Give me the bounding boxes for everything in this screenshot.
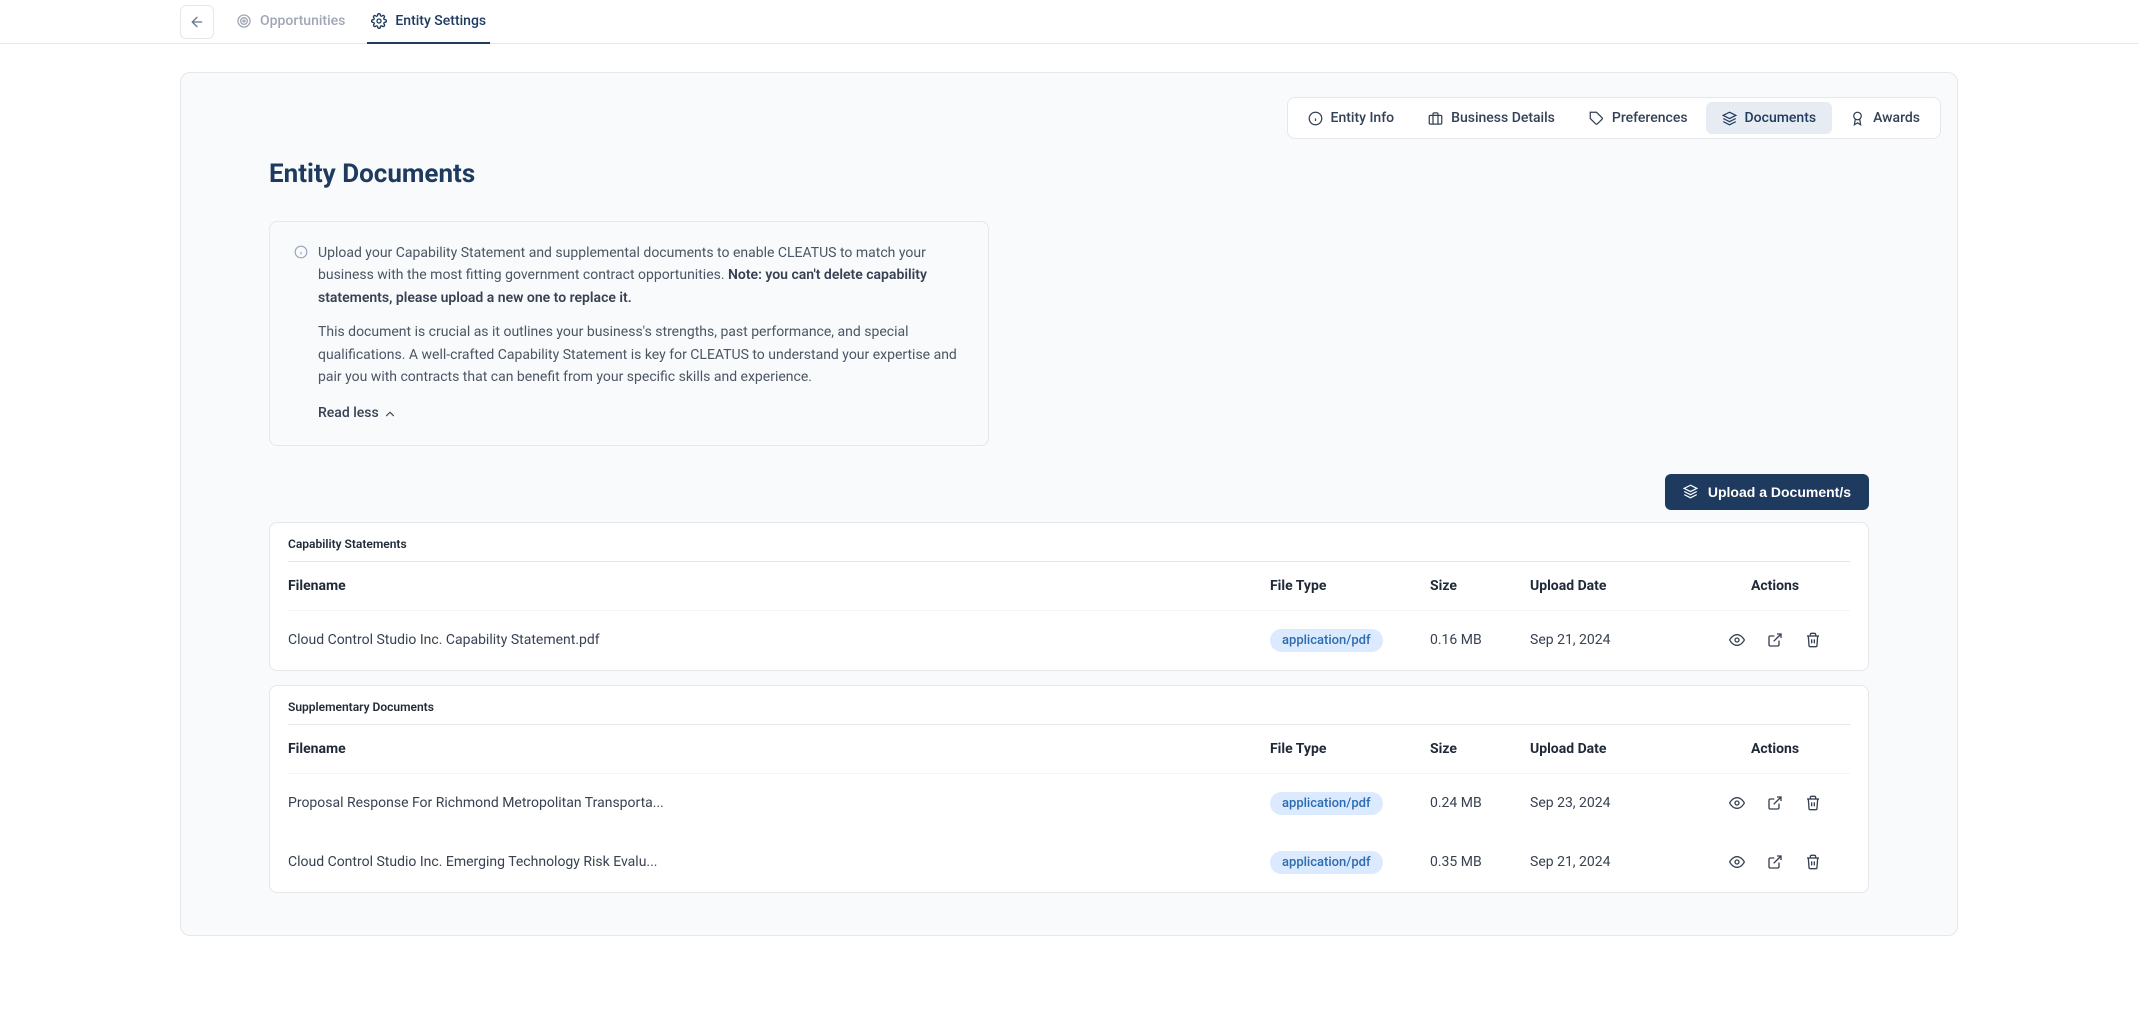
view-icon[interactable] [1729,795,1745,811]
col-header-size: Size [1430,578,1530,594]
sub-nav: Entity Info Business Details Preferences [181,97,1957,139]
col-header-filename: Filename [288,578,1270,594]
cell-filename: Proposal Response For Richmond Metropoli… [288,795,1270,811]
view-icon[interactable] [1729,854,1745,870]
tag-icon [1589,111,1604,126]
info-paragraph-2: This document is crucial as it outlines … [318,321,964,388]
col-header-filetype: File Type [1270,578,1430,594]
subnav-awards[interactable]: Awards [1834,102,1936,134]
col-header-actions: Actions [1700,578,1850,594]
info-box: Upload your Capability Statement and sup… [269,221,989,446]
info-icon [1308,111,1323,126]
subnav-awards-label: Awards [1873,110,1920,126]
cell-size: 0.24 MB [1430,795,1530,811]
tab-opportunities-label: Opportunities [260,13,345,29]
gear-icon [371,13,387,29]
external-link-icon[interactable] [1767,795,1783,811]
subnav-business-details[interactable]: Business Details [1412,102,1571,134]
tab-entity-settings-label: Entity Settings [395,13,486,29]
tab-entity-settings[interactable]: Entity Settings [367,0,490,44]
subnav-documents[interactable]: Documents [1706,102,1833,134]
cell-date: Sep 21, 2024 [1530,632,1700,648]
file-type-badge: application/pdf [1270,792,1383,815]
sub-nav-group: Entity Info Business Details Preferences [1287,97,1941,139]
cell-filename: Cloud Control Studio Inc. Capability Sta… [288,632,1270,648]
read-less-toggle[interactable]: Read less [318,402,964,424]
trash-icon[interactable] [1805,632,1821,648]
main-container: Entity Info Business Details Preferences [0,44,2138,964]
file-type-badge: application/pdf [1270,629,1383,652]
col-header-actions: Actions [1700,741,1850,757]
subnav-preferences-label: Preferences [1612,110,1688,126]
file-type-badge: application/pdf [1270,851,1383,874]
layers-icon [1683,484,1698,499]
cell-date: Sep 23, 2024 [1530,795,1700,811]
table-header-row: Filename File Type Size Upload Date Acti… [288,724,1850,774]
top-nav: Opportunities Entity Settings [0,0,2138,44]
cell-size: 0.35 MB [1430,854,1530,870]
layers-icon [1722,111,1737,126]
subnav-business-details-label: Business Details [1451,110,1555,126]
subnav-preferences[interactable]: Preferences [1573,102,1704,134]
content-card: Entity Info Business Details Preferences [180,72,1958,936]
read-less-label: Read less [318,402,379,424]
arrow-left-icon [189,14,205,30]
info-circle-icon [294,245,308,425]
col-header-filetype: File Type [1270,741,1430,757]
back-button[interactable] [180,5,214,39]
upload-button-label: Upload a Document/s [1708,484,1851,500]
medal-icon [1850,111,1865,126]
col-header-size: Size [1430,741,1530,757]
subnav-documents-label: Documents [1745,110,1817,126]
capability-table-title: Capability Statements [270,523,1868,561]
supplementary-table-title: Supplementary Documents [270,686,1868,724]
target-icon [236,13,252,29]
table-row: Cloud Control Studio Inc. Capability Sta… [288,611,1850,670]
trash-icon[interactable] [1805,854,1821,870]
external-link-icon[interactable] [1767,854,1783,870]
page-title: Entity Documents [269,159,1869,189]
briefcase-icon [1428,111,1443,126]
cell-date: Sep 21, 2024 [1530,854,1700,870]
chevron-up-icon [383,407,397,421]
cell-size: 0.16 MB [1430,632,1530,648]
col-header-date: Upload Date [1530,741,1700,757]
view-icon[interactable] [1729,632,1745,648]
table-row: Cloud Control Studio Inc. Emerging Techn… [288,833,1850,892]
subnav-entity-info[interactable]: Entity Info [1292,102,1411,134]
table-row: Proposal Response For Richmond Metropoli… [288,774,1850,833]
subnav-entity-info-label: Entity Info [1331,110,1395,126]
external-link-icon[interactable] [1767,632,1783,648]
upload-document-button[interactable]: Upload a Document/s [1665,474,1869,510]
capability-statements-table: Capability Statements Filename File Type… [269,522,1869,671]
info-paragraph-1: Upload your Capability Statement and sup… [318,242,964,309]
supplementary-documents-table: Supplementary Documents Filename File Ty… [269,685,1869,893]
col-header-filename: Filename [288,741,1270,757]
tab-opportunities[interactable]: Opportunities [232,0,349,44]
trash-icon[interactable] [1805,795,1821,811]
table-header-row: Filename File Type Size Upload Date Acti… [288,561,1850,611]
cell-filename: Cloud Control Studio Inc. Emerging Techn… [288,854,1270,870]
col-header-date: Upload Date [1530,578,1700,594]
